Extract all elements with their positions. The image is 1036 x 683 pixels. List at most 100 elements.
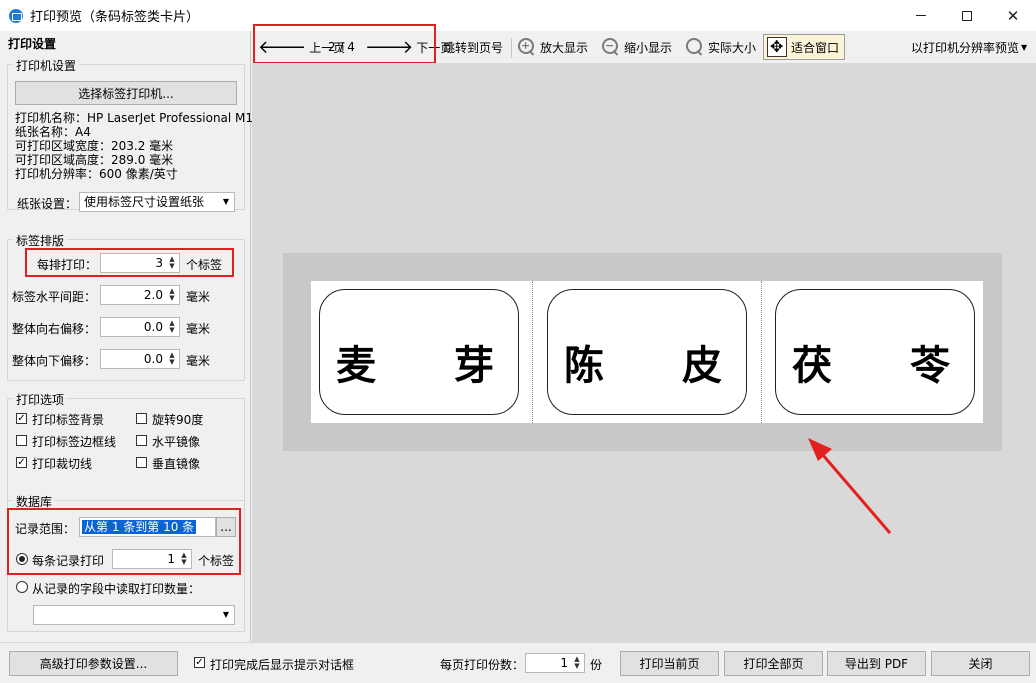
preview-toolbar: 🡐 上一页 2 / 4 🡒 下一页 跳转到页号 + 放大显示 − 缩小显示 实际… [252,24,1036,64]
from-field-select[interactable]: ▼ [33,605,235,625]
close-icon: ✕ [1006,6,1020,25]
annotation-highlight-database [7,508,241,575]
label-text: 麦 [336,342,376,389]
app-icon [9,8,23,23]
paper-name-info: 纸张名称：A4 [15,125,91,139]
printer-resolution-info: 打印机分辨率：600 像素/英寸 [15,167,178,181]
close-button[interactable]: 关闭 [931,651,1030,676]
cut-line [761,281,762,423]
actual-size-icon [686,38,704,56]
copies-value: 1 [560,656,568,670]
chevron-down-icon: ▼ [222,197,229,206]
zoom-in-label: 放大显示 [540,40,589,55]
annotation-highlight-per-row [25,248,234,277]
resolution-preview-label: 以打印机分辨率预览 [911,40,1020,55]
label-card: 麦 芽 [319,289,519,415]
label-text: 芽 [454,342,494,389]
maximize-button[interactable] [944,0,990,31]
label-text: 皮 [682,342,722,389]
horizontal-gap-unit: 毫米 [186,290,211,304]
printable-width-info: 可打印区域宽度：203.2 毫米 [15,139,174,153]
paper-setting-label: 纸张设置： [17,197,78,211]
printer-name-info: 打印机名称：HP LaserJet Professional M1 [15,111,254,125]
option-print-cutline[interactable]: 打印裁切线 [32,455,92,472]
option-rotate-90[interactable]: 旋转90度 [152,411,203,428]
option-checkbox[interactable] [136,413,147,424]
print-settings-panel: 打印设置 打印机设置 选择标签打印机... 打印机名称：HP LaserJet … [0,31,253,642]
option-checkbox[interactable]: ✓ [16,413,27,424]
window-title: 打印预览（条码标签类卡片） [30,10,200,25]
actual-size-button[interactable]: 实际大小 [686,31,756,63]
paper-setting-select[interactable]: 使用标签尺寸设置纸张 ▼ [79,192,235,212]
preview-page: 麦 芽 陈 皮 茯 苓 [311,281,983,423]
panel-header: 打印设置 [8,37,57,51]
stepper-arrows-icon[interactable]: ▲ ▼ [168,320,176,334]
label-card: 茯 苓 [775,289,975,415]
right-offset-value: 0.0 [143,320,163,334]
group-title-layout: 标签排版 [13,232,68,249]
label-text: 陈 [564,342,604,389]
minimize-icon [916,15,926,16]
horizontal-gap-value: 2.0 [143,288,163,302]
zoom-in-icon: + [518,38,536,56]
right-offset-label: 整体向右偏移： [12,322,97,336]
option-checkbox[interactable]: ✓ [16,457,27,468]
option-checkbox[interactable] [136,457,147,468]
down-offset-value: 0.0 [143,352,163,366]
from-field-label[interactable]: 从记录的字段中读取打印数量： [32,580,200,597]
annotation-highlight-navigation [253,24,436,64]
from-field-radio[interactable] [16,581,28,593]
option-checkbox[interactable] [136,435,147,446]
right-offset-stepper[interactable]: 0.0 ▲ ▼ [100,317,180,337]
zoom-out-icon: − [602,38,620,56]
preview-canvas[interactable]: 麦 芽 陈 皮 茯 苓 [252,63,1036,642]
horizontal-gap-stepper[interactable]: 2.0 ▲ ▼ [100,285,180,305]
option-vertical-mirror[interactable]: 垂直镜像 [152,455,200,472]
close-window-button[interactable]: ✕ [990,0,1036,31]
select-printer-button[interactable]: 选择标签打印机... [15,81,237,105]
zoom-out-label: 缩小显示 [624,40,673,55]
down-offset-unit: 毫米 [186,354,211,368]
minimize-button[interactable] [898,0,944,31]
advanced-settings-button[interactable]: 高级打印参数设置... [9,651,178,676]
label-text: 茯 [792,342,832,389]
group-title-printer: 打印机设置 [13,57,80,74]
down-offset-label: 整体向下偏移： [12,354,97,368]
printer-settings-group: 打印机设置 选择标签打印机... 打印机名称：HP LaserJet Profe… [7,57,253,212]
actual-size-label: 实际大小 [708,40,757,55]
copies-stepper[interactable]: 1 ▲ ▼ [525,653,585,673]
option-checkbox[interactable] [16,435,27,446]
toolbar-separator [511,38,512,58]
stepper-arrows-icon[interactable]: ▲ ▼ [573,656,581,670]
show-dialog-checkbox[interactable]: ✓ [194,657,205,668]
zoom-out-button[interactable]: − 缩小显示 [602,31,672,63]
printable-height-info: 可打印区域高度：289.0 毫米 [15,153,174,167]
fit-window-icon [767,37,787,57]
fit-window-label: 适合窗口 [791,40,840,55]
print-all-pages-button[interactable]: 打印全部页 [724,651,823,676]
right-offset-unit: 毫米 [186,322,211,336]
show-dialog-label[interactable]: 打印完成后显示提示对话框 [210,656,354,673]
option-horizontal-mirror[interactable]: 水平镜像 [152,433,200,450]
window-controls: ✕ [898,0,1036,31]
goto-page-button[interactable]: 跳转到页号 [443,31,503,63]
fit-window-button[interactable]: 适合窗口 [763,34,845,60]
resolution-preview-dropdown[interactable]: 以打印机分辨率预览 ▼ [911,31,1027,63]
copies-unit: 份 [590,658,603,672]
export-pdf-button[interactable]: 导出到 PDF [827,651,926,676]
down-offset-stepper[interactable]: 0.0 ▲ ▼ [100,349,180,369]
group-title-options: 打印选项 [13,391,68,408]
title-bar: 打印预览（条码标签类卡片） ✕ [0,0,1036,31]
option-print-border[interactable]: 打印标签边框线 [32,433,116,450]
maximize-icon [962,10,972,21]
zoom-in-button[interactable]: + 放大显示 [518,31,588,63]
stepper-arrows-icon[interactable]: ▲ ▼ [168,288,176,302]
label-text: 苓 [910,342,950,389]
option-print-background[interactable]: 打印标签背景 [32,411,104,428]
bottom-bar: 高级打印参数设置... ✓ 打印完成后显示提示对话框 每页打印份数： 1 ▲ ▼ … [0,642,1036,683]
chevron-down-icon: ▼ [1021,42,1028,52]
cut-line [532,281,533,423]
chevron-down-icon: ▼ [222,610,229,619]
print-current-page-button[interactable]: 打印当前页 [620,651,719,676]
stepper-arrows-icon[interactable]: ▲ ▼ [168,352,176,366]
